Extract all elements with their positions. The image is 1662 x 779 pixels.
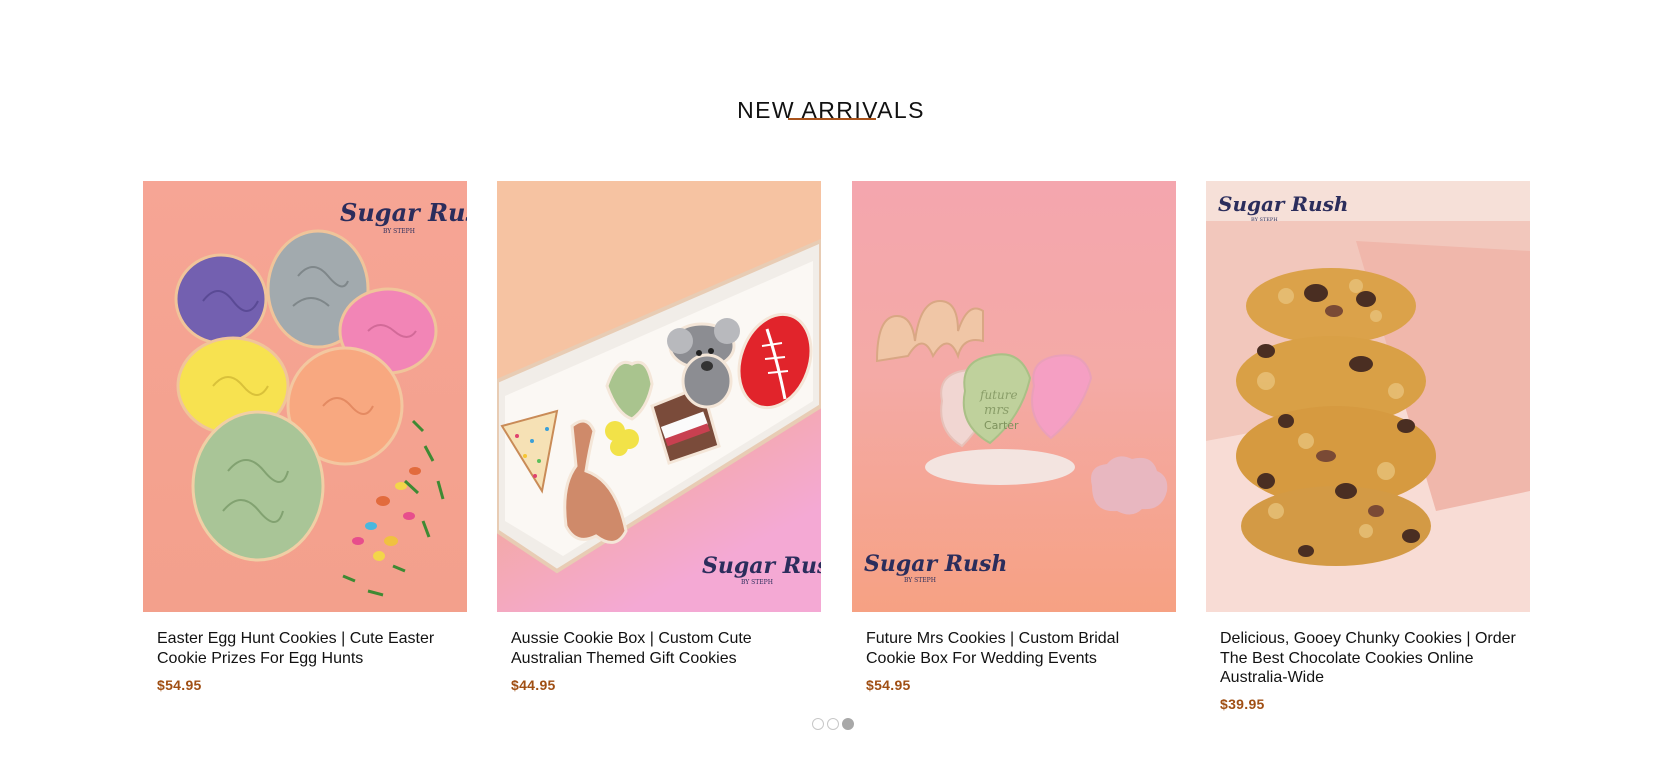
svg-text:mrs: mrs <box>984 403 1010 418</box>
brand-logo-icon: Sugar Rush <box>702 553 821 579</box>
carousel-pagination <box>812 718 854 732</box>
product-title[interactable]: Delicious, Gooey Chunky Cookies | Order … <box>1220 629 1520 688</box>
svg-text:Carter: Carter <box>984 419 1019 432</box>
product-image[interactable]: future mrs Carter Sugar Rush BY STEPH <box>852 181 1176 612</box>
section-heading: NEW ARRIVALS <box>737 97 925 124</box>
brand-logo-icon: Sugar Rush <box>864 551 1007 577</box>
svg-text:BY STEPH: BY STEPH <box>741 579 773 586</box>
product-card[interactable]: Sugar Rush BY STEPH Easter Egg Hunt Cook… <box>143 181 467 721</box>
brand-logo-icon: Sugar Rush <box>1218 192 1348 216</box>
product-card[interactable]: Sugar Rush BY STEPH Aussie Cookie Box | … <box>497 181 821 721</box>
product-title[interactable]: Easter Egg Hunt Cookies | Cute Easter Co… <box>157 629 457 668</box>
svg-text:BY STEPH: BY STEPH <box>1251 217 1278 223</box>
product-price: $44.95 <box>511 677 556 693</box>
product-price: $54.95 <box>157 677 202 693</box>
product-image[interactable]: Sugar Rush BY STEPH <box>497 181 821 612</box>
product-carousel: Sugar Rush BY STEPH Easter Egg Hunt Cook… <box>143 181 1530 721</box>
product-image[interactable]: Sugar Rush BY STEPH <box>1206 181 1530 612</box>
carousel-dot-3[interactable] <box>842 718 854 730</box>
heading-underline <box>788 118 876 120</box>
product-title[interactable]: Future Mrs Cookies | Custom Bridal Cooki… <box>866 629 1166 668</box>
carousel-dot-1[interactable] <box>812 718 824 730</box>
svg-text:BY STEPH: BY STEPH <box>383 228 415 235</box>
new-arrivals-section: NEW ARRIVALS Sugar Ru BY STEPH Easter Eg… <box>0 0 1662 779</box>
svg-text:future: future <box>979 388 1018 402</box>
product-card[interactable]: future mrs Carter Sugar Rush BY STEPH Fu… <box>852 181 1176 721</box>
product-price: $54.95 <box>866 677 911 693</box>
svg-text:BY STEPH: BY STEPH <box>904 577 936 584</box>
brand-logo-icon: Sugar Rush <box>340 198 467 227</box>
product-image[interactable]: Sugar Rush BY STEPH <box>143 181 467 612</box>
product-title[interactable]: Aussie Cookie Box | Custom Cute Australi… <box>511 629 811 668</box>
product-price: $39.95 <box>1220 696 1265 712</box>
product-card[interactable]: Sugar Rush BY STEPH Delicious, Gooey Chu… <box>1206 181 1530 721</box>
carousel-dot-2[interactable] <box>827 718 839 730</box>
